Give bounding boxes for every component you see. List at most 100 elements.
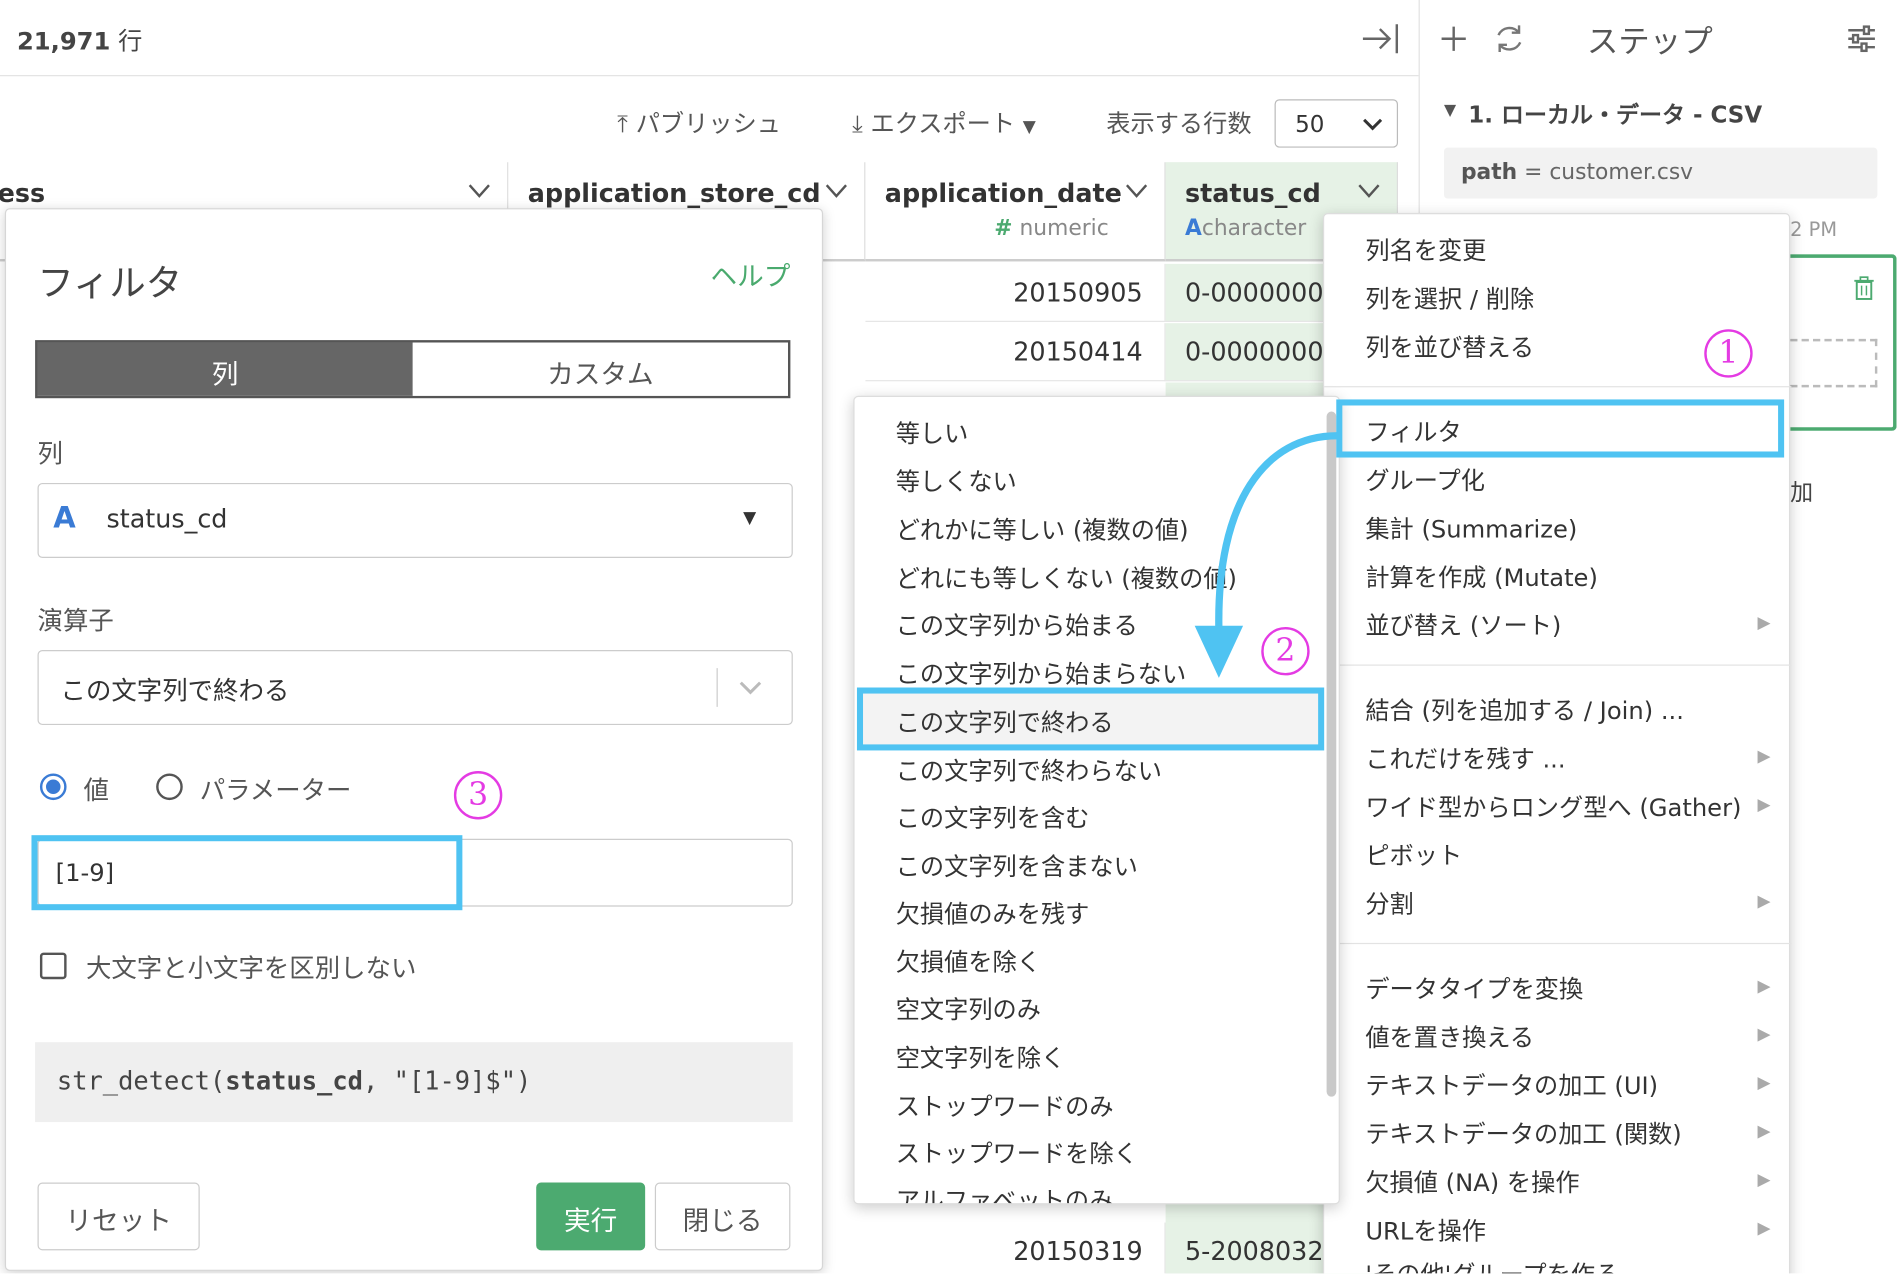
menu-item-pivot[interactable]: ピボット — [1365, 836, 1462, 871]
reset-button[interactable]: リセット — [37, 1182, 200, 1251]
chevron-right-icon: ▶ — [1757, 1218, 1771, 1239]
caret-down-icon: ▼ — [743, 508, 757, 528]
column-select[interactable]: A status_cd ▼ — [37, 482, 793, 558]
submenu-item[interactable]: この文字列を含まない — [896, 847, 1138, 882]
trash-icon[interactable] — [1853, 276, 1875, 300]
caret-down-icon: ▼ — [1022, 117, 1036, 137]
submenu-item[interactable]: 等しい — [896, 414, 969, 449]
annotation-number: 3 — [453, 771, 503, 820]
menu-item-convert-type[interactable]: データタイプを変換 — [1365, 970, 1583, 1005]
highlight-value-input — [31, 835, 463, 911]
mode-tabs: 列 カスタム — [35, 340, 791, 399]
annotation-number: 2 — [1261, 626, 1310, 676]
chevron-down-icon[interactable] — [1125, 184, 1148, 199]
chevron-down-icon[interactable] — [825, 184, 847, 199]
chevron-right-icon: ▶ — [1757, 795, 1771, 815]
chevron-right-icon: ▶ — [1757, 892, 1771, 912]
menu-item-other-group[interactable]: 'その他'グループを作る — [1365, 1255, 1619, 1273]
submenu-item[interactable]: 空文字列のみ — [896, 990, 1041, 1025]
settings-sliders-icon[interactable] — [1846, 24, 1877, 53]
publish-button[interactable]: ⤒ パブリッシュ — [617, 104, 781, 139]
character-type-icon: A — [1184, 215, 1202, 241]
rows-select[interactable]: 50 — [1274, 99, 1399, 148]
submenu-item[interactable]: アルファベットのみ — [896, 1181, 1114, 1203]
value-radio-label: 値 — [83, 775, 109, 805]
code-preview: str_detect(status_cd, "[1-9]$") — [35, 1042, 793, 1123]
table-cell: 20150319 — [865, 1222, 1166, 1274]
rows-label: 表示する行数 — [1106, 108, 1252, 138]
tab-column[interactable]: 列 — [37, 342, 413, 396]
submenu-item[interactable]: ストップワードを除く — [896, 1134, 1138, 1169]
menu-item-group[interactable]: グループ化 — [1365, 461, 1485, 496]
step-title[interactable]: 1. ローカル・データ - CSV — [1468, 97, 1762, 130]
submenu-item[interactable]: 空文字列を除く — [896, 1039, 1065, 1074]
menu-item-replace[interactable]: 値を置き換える — [1365, 1018, 1534, 1053]
submenu-item[interactable]: 欠損値のみを残す — [896, 894, 1090, 929]
menu-item-mutate[interactable]: 計算を作成 (Mutate) — [1365, 558, 1598, 593]
menu-item-text-ui[interactable]: テキストデータの加工 (UI) — [1365, 1066, 1658, 1101]
submenu-item[interactable]: この文字列で終わらない — [896, 752, 1162, 787]
column-header[interactable]: application_date # numeric — [865, 162, 1166, 262]
dialog-title: フィルタ — [37, 262, 183, 306]
submenu-item[interactable]: この文字列を含む — [896, 799, 1090, 834]
steps-title: ステップ — [1586, 24, 1713, 61]
tab-custom[interactable]: カスタム — [412, 342, 788, 396]
submenu-item[interactable]: どれかに等しい (複数の値) — [896, 511, 1189, 546]
menu-item-select[interactable]: 列を選択 / 削除 — [1365, 280, 1534, 315]
chevron-right-icon: ▶ — [1757, 746, 1771, 767]
help-link[interactable]: ヘルプ — [711, 255, 791, 294]
parameter-radio[interactable] — [156, 773, 183, 801]
chevron-down-icon[interactable] — [1358, 184, 1380, 199]
value-radio[interactable] — [39, 773, 67, 801]
close-button[interactable]: 閉じる — [654, 1182, 791, 1251]
chevron-right-icon: ▶ — [1757, 1122, 1771, 1142]
operator-select[interactable]: この文字列で終わる — [37, 649, 793, 726]
table-cell: 20150414 — [865, 323, 1166, 382]
menu-item-sort[interactable]: 並び替え (ソート) — [1365, 606, 1561, 641]
numeric-type-icon: # — [994, 215, 1013, 241]
operator-label: 演算子 — [37, 606, 114, 636]
step-time: 2 PM — [1790, 217, 1838, 241]
toolbar: ⤒ パブリッシュ ⤓ エクスポート ▼ 表示する行数 50 — [0, 77, 1419, 163]
plus-icon[interactable] — [1439, 24, 1468, 53]
submenu-item[interactable]: 欠損値を除く — [896, 943, 1041, 978]
submenu-item[interactable]: 等しくない — [896, 462, 1017, 497]
annotation-number: 1 — [1704, 329, 1753, 378]
menu-item-url[interactable]: URLを操作 — [1365, 1212, 1486, 1247]
side-fragment: 加 — [1790, 479, 1814, 506]
highlight-filter-item — [1336, 399, 1785, 458]
chevron-right-icon: ▶ — [1757, 976, 1771, 997]
export-button[interactable]: ⤓ エクスポート ▼ — [852, 104, 1036, 139]
collapse-panel-icon[interactable] — [1360, 22, 1399, 56]
menu-item-text-func[interactable]: テキストデータの加工 (関数) — [1365, 1115, 1681, 1150]
chevron-right-icon: ▶ — [1757, 1073, 1771, 1093]
menu-item-keep[interactable]: これだけを残す ... — [1365, 740, 1565, 775]
highlight-ends-with-item — [856, 687, 1325, 751]
row-count: 21,971 行 — [16, 26, 143, 56]
ignore-case-checkbox[interactable] — [39, 952, 67, 980]
submenu-item[interactable]: この文字列から始まらない — [896, 655, 1186, 690]
caret-down-icon[interactable]: ▼ — [1444, 102, 1456, 120]
chevron-right-icon: ▶ — [1757, 1025, 1771, 1045]
chevron-down-icon[interactable] — [468, 184, 490, 199]
menu-item-join[interactable]: 結合 (列を追加する / Join) ... — [1365, 691, 1684, 726]
chevron-right-icon: ▶ — [1757, 613, 1771, 634]
menu-item-gather[interactable]: ワイド型からロング型へ (Gather) — [1365, 788, 1741, 823]
top-bar: 21,971 行 — [0, 0, 1419, 77]
submenu-item[interactable]: ストップワードのみ — [896, 1087, 1114, 1122]
filter-dialog: フィルタ ヘルプ 列 カスタム 列 A status_cd ▼ 演算子 この文字… — [4, 208, 824, 1271]
upload-icon: ⤒ — [617, 108, 629, 138]
column-label: 列 — [37, 439, 63, 469]
download-icon: ⤓ — [852, 108, 863, 138]
refresh-icon[interactable] — [1492, 22, 1526, 56]
menu-item-na[interactable]: 欠損値 (NA) を操作 — [1365, 1163, 1579, 1198]
run-button[interactable]: 実行 — [536, 1182, 646, 1251]
drop-target — [1790, 338, 1878, 388]
menu-item-summarize[interactable]: 集計 (Summarize) — [1365, 510, 1577, 545]
ignore-case-label: 大文字と小文字を区別しない — [85, 953, 417, 983]
menu-item-rename[interactable]: 列名を変更 — [1365, 231, 1486, 266]
submenu-item[interactable]: この文字列から始まる — [896, 606, 1138, 641]
menu-item-reorder[interactable]: 列を並び替える — [1365, 328, 1534, 363]
menu-item-split[interactable]: 分割 — [1365, 885, 1413, 920]
table-cell: 20150905 — [865, 263, 1166, 322]
